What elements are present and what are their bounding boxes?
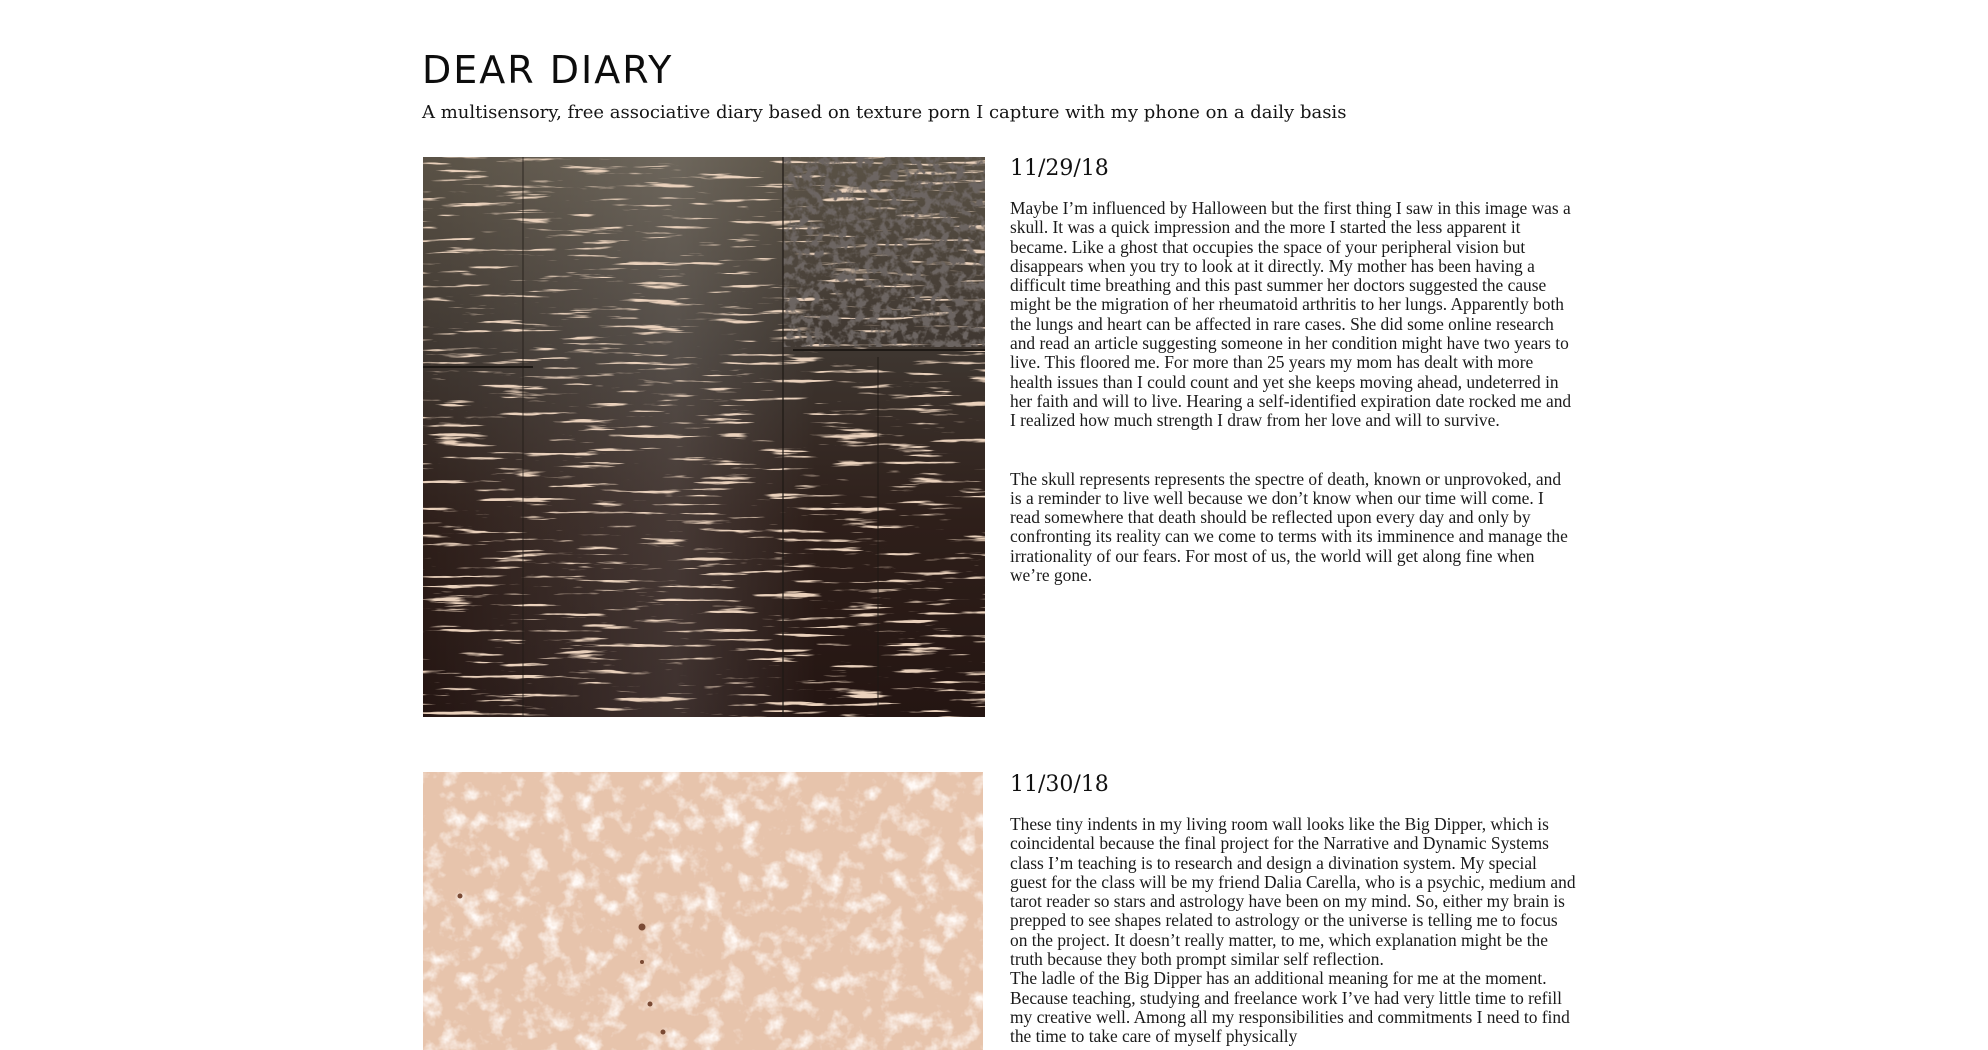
site-title: DEAR DIARY — [422, 48, 674, 92]
site-subtitle: A multisensory, free associative diary b… — [422, 102, 1347, 123]
entry-paragraph: Maybe I’m influenced by Halloween but th… — [1010, 198, 1572, 431]
entry-date: 11/30/18 — [1010, 772, 1109, 797]
entry-paragraph: These tiny indents in my living room wal… — [1010, 814, 1576, 970]
entry-image-beige-wall[interactable] — [423, 772, 983, 1050]
entry-body: These tiny indents in my living room wal… — [1010, 814, 1576, 1047]
entry-date: 11/29/18 — [1010, 156, 1109, 181]
dark-wood-texture-graphic — [423, 157, 985, 717]
entry-image-dark-wood[interactable] — [423, 157, 985, 717]
beige-wall-texture-graphic — [423, 772, 983, 1050]
entry-paragraph: The ladle of the Big Dipper has an addit… — [1010, 968, 1570, 1047]
entry-body: Maybe I’m influenced by Halloween but th… — [1010, 198, 1576, 586]
entry-paragraph: The skull represents represents the spec… — [1010, 468, 1568, 586]
